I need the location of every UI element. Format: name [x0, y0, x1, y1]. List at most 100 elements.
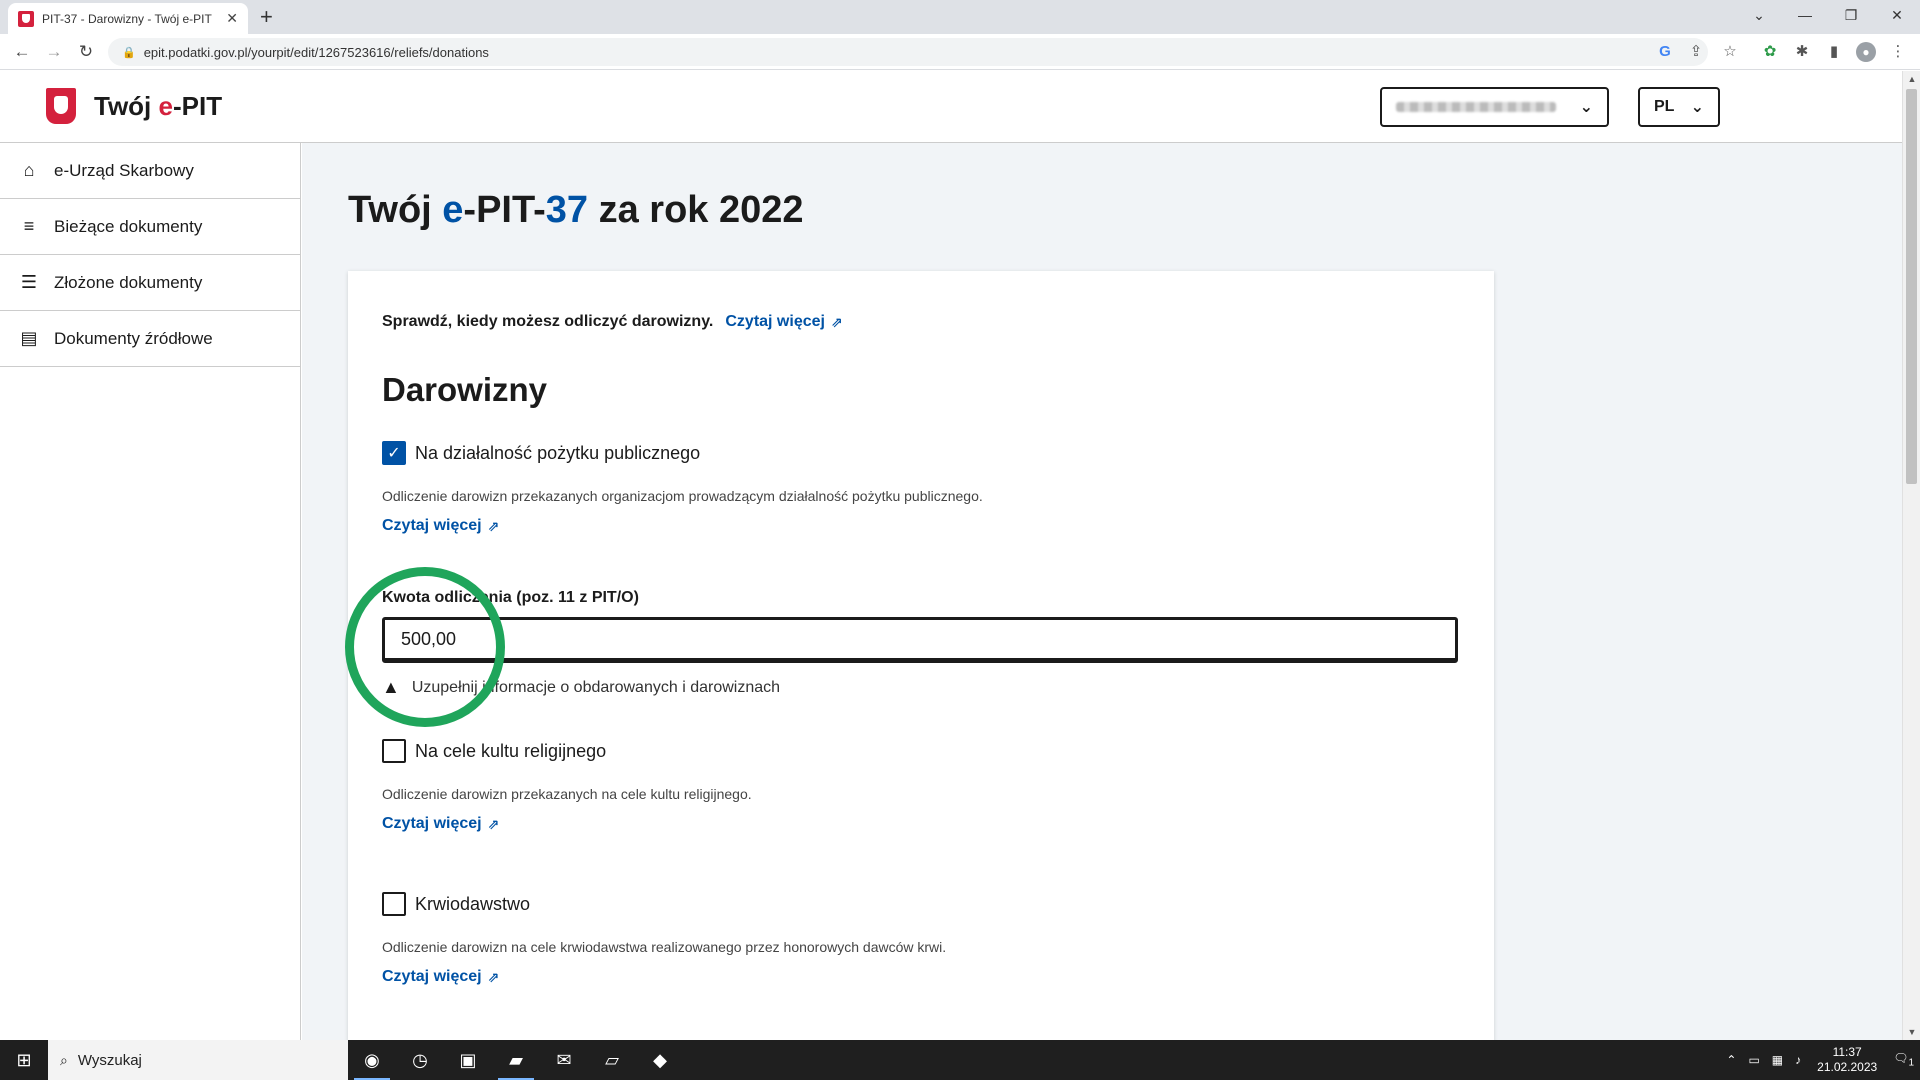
forward-icon[interactable]: →: [42, 40, 66, 64]
clock-app-icon[interactable]: ◷: [396, 1040, 444, 1080]
sidebar-item-e-urzad[interactable]: ⌂ e-Urząd Skarbowy: [0, 143, 300, 199]
trello-app-icon[interactable]: ▣: [444, 1040, 492, 1080]
file-explorer-icon[interactable]: ▰: [492, 1040, 540, 1080]
scroll-down-icon[interactable]: ▼: [1903, 1024, 1920, 1040]
main-content: Twój e-PIT-37 za rok 2022 Sprawdź, kiedy…: [302, 143, 1902, 1040]
clock-time: 11:37: [1832, 1045, 1862, 1059]
option-public-benefit[interactable]: ✓ Na działalność pożytku publicznego: [382, 441, 700, 465]
page-title: Twój e-PIT-37 za rok 2022: [348, 189, 804, 232]
sidebar-item-current-documents[interactable]: ≡ Bieżące dokumenty: [0, 199, 300, 255]
option-read-more-link[interactable]: Czytaj więcej ⇗: [382, 968, 499, 986]
sidebar-item-label: Bieżące dokumenty: [54, 216, 203, 236]
language-select[interactable]: PL ⌄: [1638, 87, 1720, 127]
option-read-more-link[interactable]: Czytaj więcej ⇗: [382, 815, 499, 833]
bookmark-star-icon[interactable]: ☆: [1720, 42, 1740, 62]
tab-search-icon[interactable]: ⌄: [1736, 0, 1782, 30]
side-panel-icon[interactable]: ▮: [1824, 42, 1844, 62]
extension-leaf-icon[interactable]: ✿: [1760, 42, 1780, 62]
notification-count: 1: [1908, 1057, 1914, 1069]
read-more-label: Czytaj więcej: [382, 815, 482, 832]
playlist-check-icon: ☰: [20, 272, 38, 292]
title-accent-37: 37: [545, 189, 589, 231]
read-more-link[interactable]: Czytaj więcej ⇗: [725, 313, 842, 331]
checkbox-checked[interactable]: ✓: [382, 441, 406, 465]
sidebar-item-label: Dokumenty źródłowe: [54, 328, 213, 348]
scroll-up-icon[interactable]: ▲: [1903, 71, 1920, 87]
title-mid: -PIT-: [463, 189, 546, 231]
search-label: Wyszukaj: [77, 1051, 142, 1069]
sidebar-item-submitted-documents[interactable]: ☰ Złożone dokumenty: [0, 255, 300, 311]
network-icon[interactable]: ▦: [1772, 1053, 1783, 1067]
home-icon: ⌂: [23, 160, 35, 180]
back-icon[interactable]: ←: [10, 40, 34, 64]
profile-avatar-icon[interactable]: ●: [1856, 42, 1876, 62]
site-favicon-icon: [18, 10, 34, 27]
option-description: Odliczenie darowizn przekazanych organiz…: [382, 488, 983, 504]
sidebar-item-source-documents[interactable]: ▤ Dokumenty źródłowe: [0, 311, 300, 367]
notification-icon[interactable]: 🗨1: [1893, 1051, 1914, 1068]
tray-chevron-icon[interactable]: ⌃: [1726, 1053, 1736, 1067]
amount-input[interactable]: [382, 617, 1458, 663]
google-icon[interactable]: G: [1655, 42, 1675, 62]
browser-tab-strip: PIT-37 - Darowizny - Twój e-PIT ✕ + ⌄ — …: [0, 0, 1920, 34]
reload-icon[interactable]: ↻: [74, 40, 98, 64]
read-more-label: Czytaj więcej: [382, 968, 482, 985]
browser-tab[interactable]: PIT-37 - Darowizny - Twój e-PIT ✕: [8, 3, 248, 34]
outlook-app-icon[interactable]: ✉: [540, 1040, 588, 1080]
section-title: Darowizny: [382, 371, 548, 408]
option-religious-worship[interactable]: Na cele kultu religijnego: [382, 739, 606, 763]
volume-icon[interactable]: ♪: [1795, 1053, 1801, 1067]
site-brand[interactable]: Twój e-PIT: [94, 91, 222, 122]
brand-prefix: Twój: [94, 91, 159, 121]
taskbar-clock[interactable]: 11:37 21.02.2023: [1817, 1045, 1877, 1075]
restore-icon[interactable]: ❐: [1828, 0, 1874, 30]
read-more-label: Czytaj więcej: [725, 313, 825, 330]
browser-menu-icon[interactable]: ⋮: [1888, 42, 1908, 62]
checkbox-unchecked[interactable]: [382, 892, 406, 916]
chevron-down-icon: ⌄: [1690, 99, 1704, 116]
address-bar[interactable]: 🔒 epit.podatki.gov.pl/yourpit/edit/12675…: [108, 38, 1708, 66]
page-scrollbar[interactable]: ▲ ▼: [1902, 71, 1920, 1040]
user-account-select[interactable]: ⌄: [1380, 87, 1609, 127]
option-description: Odliczenie darowizn na cele krwiodawstwa…: [382, 939, 947, 955]
tray-device-icon[interactable]: ▭: [1748, 1053, 1759, 1067]
annotation-circle: [345, 567, 505, 727]
extensions-puzzle-icon[interactable]: ✱: [1792, 42, 1812, 62]
title-prefix: Twój: [348, 189, 443, 231]
site-header: Twój e-PIT ⌄ PL ⌄: [0, 71, 1902, 143]
chrome-app-icon[interactable]: ◉: [348, 1040, 396, 1080]
external-link-icon: ⇗: [830, 313, 843, 330]
paint-app-icon[interactable]: ◆: [636, 1040, 684, 1080]
notes-app-icon[interactable]: ▱: [588, 1040, 636, 1080]
system-tray: ⌃ ▭ ▦ ♪ 11:37 21.02.2023 🗨1: [1720, 1040, 1920, 1080]
tab-close-icon[interactable]: ✕: [226, 10, 238, 27]
info-text: Sprawdź, kiedy możesz odliczyć darowizny…: [382, 313, 714, 330]
minimize-icon[interactable]: —: [1782, 0, 1828, 30]
browser-toolbar: ← → ↻ 🔒 epit.podatki.gov.pl/yourpit/edit…: [0, 34, 1920, 70]
option-read-more-link[interactable]: Czytaj więcej ⇗: [382, 517, 499, 535]
blurred-username: [1396, 102, 1556, 112]
option-label: Krwiodawstwo: [415, 893, 531, 914]
info-line: Sprawdź, kiedy możesz odliczyć darowizny…: [382, 313, 843, 331]
taskbar-search[interactable]: ⌕ Wyszukaj: [48, 1040, 348, 1080]
share-icon[interactable]: ⇪: [1686, 42, 1706, 62]
playlist-add-icon: ≡: [23, 216, 35, 236]
tab-title: PIT-37 - Darowizny - Twój e-PIT: [42, 11, 212, 26]
sidebar-item-label: Złożone dokumenty: [54, 272, 203, 292]
url-text: epit.podatki.gov.pl/yourpit/edit/1267523…: [143, 44, 489, 60]
external-link-icon: ⇗: [487, 968, 500, 985]
option-label: Na cele kultu religijnego: [415, 740, 607, 761]
close-window-icon[interactable]: ✕: [1874, 0, 1920, 30]
scrollbar-thumb[interactable]: [1906, 89, 1917, 484]
title-accent-e: e: [442, 189, 464, 231]
polish-eagle-emblem-icon: [46, 88, 76, 124]
option-blood-donation[interactable]: Krwiodawstwo: [382, 892, 530, 916]
new-tab-icon[interactable]: +: [260, 4, 273, 30]
windows-start-icon[interactable]: ⊞: [0, 1040, 48, 1080]
checkbox-unchecked[interactable]: [382, 739, 406, 763]
document-icon: ▤: [20, 328, 38, 348]
lock-icon: 🔒: [122, 46, 136, 59]
external-link-icon: ⇗: [487, 815, 500, 832]
title-suffix: za rok 2022: [588, 189, 804, 231]
read-more-label: Czytaj więcej: [382, 517, 482, 534]
